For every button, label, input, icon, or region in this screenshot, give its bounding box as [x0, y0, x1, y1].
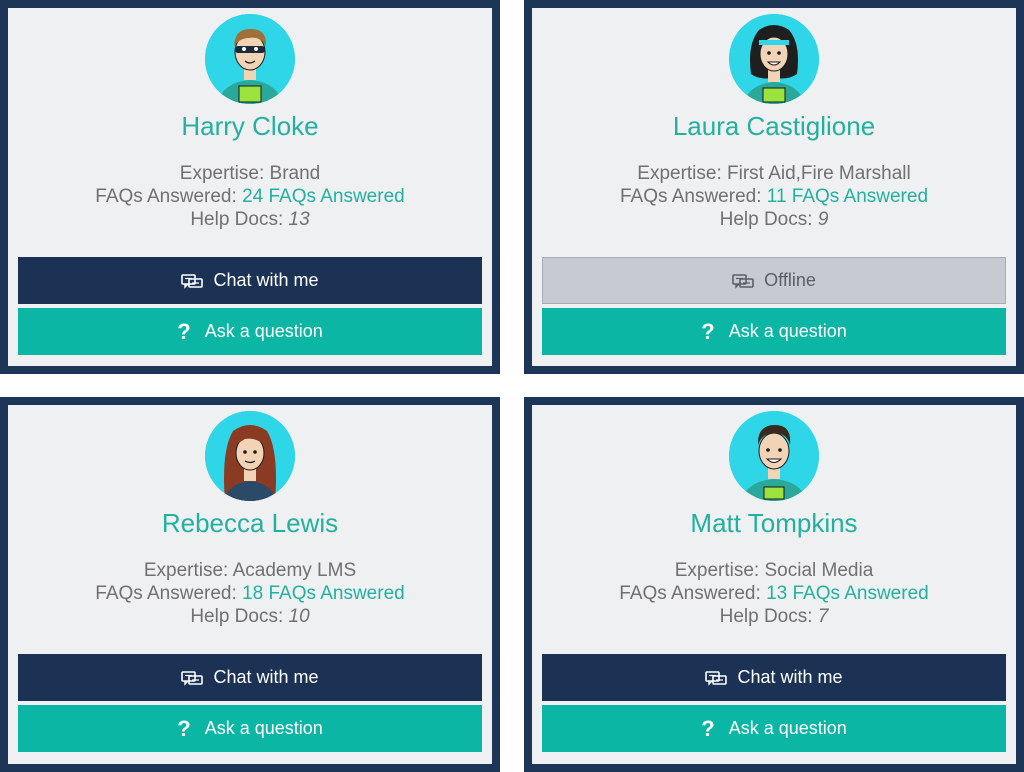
expert-info: Expertise: First Aid,Fire Marshall FAQs …	[532, 162, 1016, 231]
help-docs-label: Help Docs:	[719, 209, 818, 230]
ask-a-question-button[interactable]: ? Ask a question	[542, 705, 1006, 752]
faqs-answered-link[interactable]: 18 FAQs Answered	[242, 583, 405, 604]
avatar-matt-icon	[729, 411, 819, 501]
faqs-answered-link[interactable]: 13 FAQs Answered	[766, 583, 929, 604]
help-docs-label: Help Docs:	[190, 606, 289, 627]
ask-button-label: Ask a question	[204, 321, 323, 341]
help-docs-label: Help Docs:	[719, 606, 818, 627]
question-mark-icon: ?	[701, 318, 715, 344]
expertise-value: Brand	[269, 163, 321, 184]
ask-a-question-button[interactable]: ? Ask a question	[542, 308, 1006, 355]
chat-bubbles-icon	[705, 670, 728, 686]
expertise-label: Expertise:	[143, 560, 233, 581]
faqs-answered-link[interactable]: 11 FAQs Answered	[767, 186, 928, 207]
expert-card-laura-castiglione: Laura Castiglione Expertise: First Aid,F…	[524, 0, 1024, 374]
avatar	[729, 14, 819, 104]
chat-button-label: Chat with me	[737, 667, 843, 687]
expert-card-matt-tompkins: Matt Tompkins Expertise: Social Media FA…	[524, 397, 1024, 772]
avatar-harry-icon	[205, 14, 295, 104]
expert-name: Harry Cloke	[181, 111, 319, 141]
expertise-label: Expertise:	[179, 163, 270, 184]
chat-button-label: Chat with me	[213, 667, 319, 687]
offline-button: Offline	[542, 257, 1006, 304]
expertise-value: Academy LMS	[232, 560, 357, 581]
help-docs-count: 9	[817, 209, 829, 230]
expertise-label: Expertise:	[637, 163, 728, 184]
expertise-value: Social Media	[764, 560, 874, 581]
faqs-label: FAQs Answered:	[95, 186, 243, 207]
avatar-rebecca-icon	[205, 411, 295, 501]
question-mark-icon: ?	[701, 715, 715, 741]
ask-a-question-button[interactable]: ? Ask a question	[18, 705, 482, 752]
chat-button-label: Chat with me	[213, 270, 319, 290]
expertise-value: First Aid,Fire Marshall	[727, 163, 911, 184]
expert-info: Expertise: Academy LMS FAQs Answered: 18…	[8, 559, 492, 628]
help-docs-count: 7	[817, 606, 829, 627]
expert-name: Laura Castiglione	[672, 111, 876, 141]
avatar	[205, 411, 295, 501]
chat-with-me-button[interactable]: Chat with me	[18, 257, 482, 304]
expert-card-rebecca-lewis: Rebecca Lewis Expertise: Academy LMS FAQ…	[0, 397, 500, 772]
help-docs-count: 13	[288, 209, 310, 230]
faqs-label: FAQs Answered:	[619, 583, 767, 604]
expertise-label: Expertise:	[674, 560, 765, 581]
expert-name: Rebecca Lewis	[161, 508, 339, 538]
help-docs-count: 10	[288, 606, 310, 627]
question-mark-icon: ?	[177, 318, 191, 344]
question-mark-icon: ?	[177, 715, 191, 741]
expert-info: Expertise: Social Media FAQs Answered: 1…	[532, 559, 1016, 628]
chat-button-label: Offline	[764, 270, 816, 290]
faqs-label: FAQs Answered:	[95, 583, 243, 604]
chat-bubbles-icon	[181, 670, 204, 686]
ask-a-question-button[interactable]: ? Ask a question	[18, 308, 482, 355]
ask-button-label: Ask a question	[204, 718, 323, 738]
chat-bubbles-icon	[732, 273, 754, 289]
faqs-answered-link[interactable]: 24 FAQs Answered	[242, 186, 405, 207]
chat-bubbles-icon	[181, 273, 204, 289]
ask-button-label: Ask a question	[728, 718, 847, 738]
avatar	[205, 14, 295, 104]
chat-with-me-button[interactable]: Chat with me	[18, 654, 482, 701]
expert-name: Matt Tompkins	[690, 508, 858, 538]
avatar	[729, 411, 819, 501]
chat-with-me-button[interactable]: Chat with me	[542, 654, 1006, 701]
expert-card-harry-cloke: Harry Cloke Expertise: Brand FAQs Answer…	[0, 0, 500, 374]
expert-info: Expertise: Brand FAQs Answered: 24 FAQs …	[8, 162, 492, 231]
help-docs-label: Help Docs:	[190, 209, 289, 230]
faqs-label: FAQs Answered:	[619, 186, 767, 207]
ask-button-label: Ask a question	[728, 321, 847, 341]
avatar-laura-icon	[729, 14, 819, 104]
